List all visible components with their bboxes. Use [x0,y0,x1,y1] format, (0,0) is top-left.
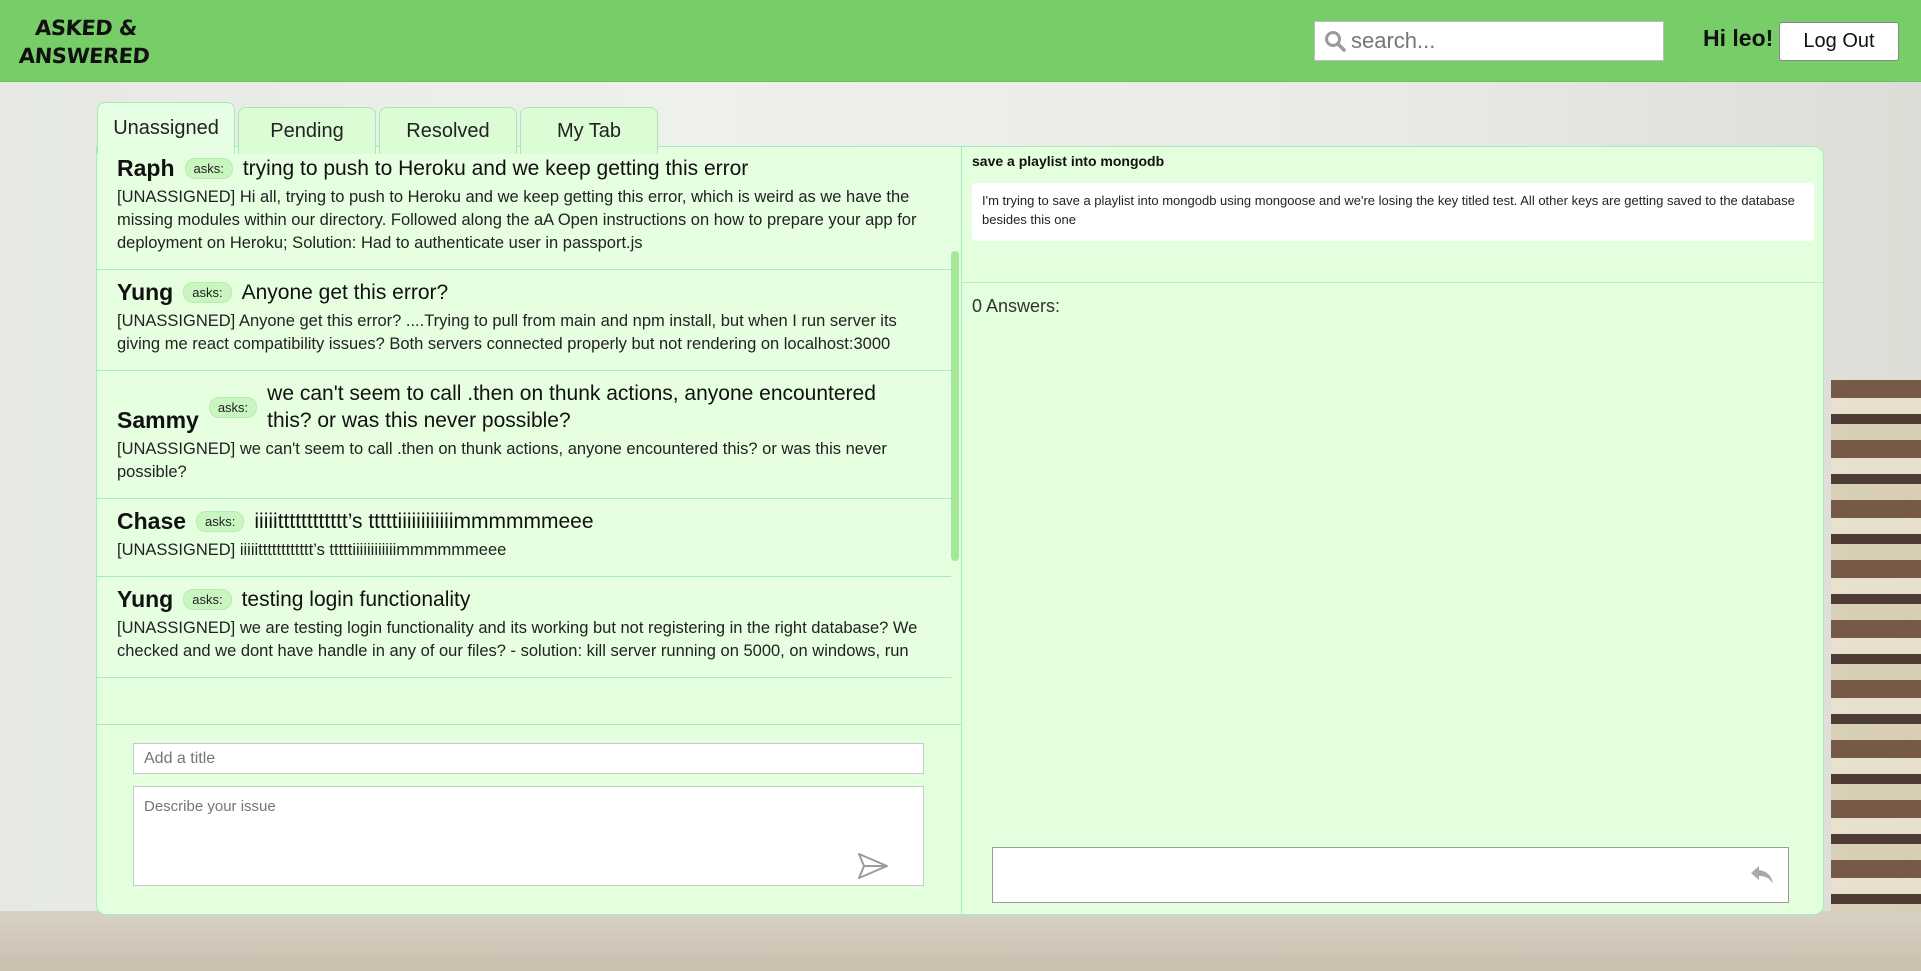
list-item[interactable]: Raph asks: trying to push to Heroku and … [97,147,951,270]
question-body: [UNASSIGNED] Anyone get this error? ....… [117,312,897,353]
detail-body: I'm trying to save a playlist into mongo… [972,183,1814,241]
app-logo[interactable]: Asked & Answered [18,14,152,70]
asks-badge: asks: [184,158,233,179]
asks-badge: asks: [183,282,232,303]
new-question-composer [97,724,961,916]
search-icon [1325,31,1346,52]
question-body: [UNASSIGNED] iiiiitttttttttttt’s tttttii… [117,541,507,559]
question-title: trying to push to Heroku and we keep get… [242,157,749,180]
reply-icon[interactable] [1748,862,1776,888]
detail-title: save a playlist into mongodb [972,153,1165,169]
send-icon[interactable] [856,851,890,881]
main-panel: Raph asks: trying to push to Heroku and … [96,146,1824,915]
question-body: [UNASSIGNED] we can't seem to call .then… [117,440,887,481]
question-title: iiiiitttttttttttt’s tttttiiiiiiiiiiiimmm… [254,510,594,533]
user-greeting: Hi leo! [1703,25,1774,51]
question-description-input[interactable] [133,786,924,886]
tab-my-tab[interactable]: My Tab [520,107,658,154]
top-header: Asked & Answered Hi leo! Log Out [0,0,1921,82]
asks-badge: asks: [196,511,245,532]
question-title: testing login functionality [241,588,471,611]
question-tabs: Unassigned Pending Resolved My Tab [97,102,661,154]
logo-line-1: Asked & [34,16,138,40]
author-name: Yung [117,279,174,305]
answers-count: 0 Answers: [972,296,1061,316]
search-bar [1314,21,1664,61]
list-item[interactable]: Sammy asks: we can't seem to call .then … [97,371,951,499]
asks-badge: asks: [183,589,232,610]
question-title: we can't seem to call .then on thunk act… [267,382,876,432]
question-detail-pane: save a playlist into mongodb I'm trying … [962,147,1824,914]
tab-unassigned[interactable]: Unassigned [97,102,235,154]
reply-box [992,847,1789,903]
question-body: [UNASSIGNED] Hi all, trying to push to H… [117,188,917,252]
list-item[interactable]: Yung asks: testing login functionality [… [97,577,951,678]
question-list[interactable]: Raph asks: trying to push to Heroku and … [97,147,951,724]
question-list-pane: Raph asks: trying to push to Heroku and … [97,147,962,914]
author-name: Yung [117,586,174,612]
question-title: Anyone get this error? [241,281,449,304]
tab-pending[interactable]: Pending [238,107,376,154]
reply-input[interactable] [993,848,1733,902]
tab-resolved[interactable]: Resolved [379,107,517,154]
logo-line-2: Answered [18,44,151,68]
asks-badge: asks: [208,396,258,418]
list-item[interactable]: Yung asks: Anyone get this error? [UNASS… [97,270,951,371]
detail-divider [962,282,1824,283]
list-item[interactable]: Chase asks: iiiiitttttttttttt’s tttttiii… [97,499,951,577]
logout-button[interactable]: Log Out [1779,22,1899,61]
author-name: Chase [117,508,187,534]
question-title-input[interactable] [133,743,924,774]
search-input[interactable] [1351,28,1651,54]
author-name: Raph [117,155,175,181]
list-scrollbar[interactable] [951,251,959,561]
question-body: [UNASSIGNED] we are testing login functi… [117,619,918,660]
author-name: Sammy [117,407,199,433]
